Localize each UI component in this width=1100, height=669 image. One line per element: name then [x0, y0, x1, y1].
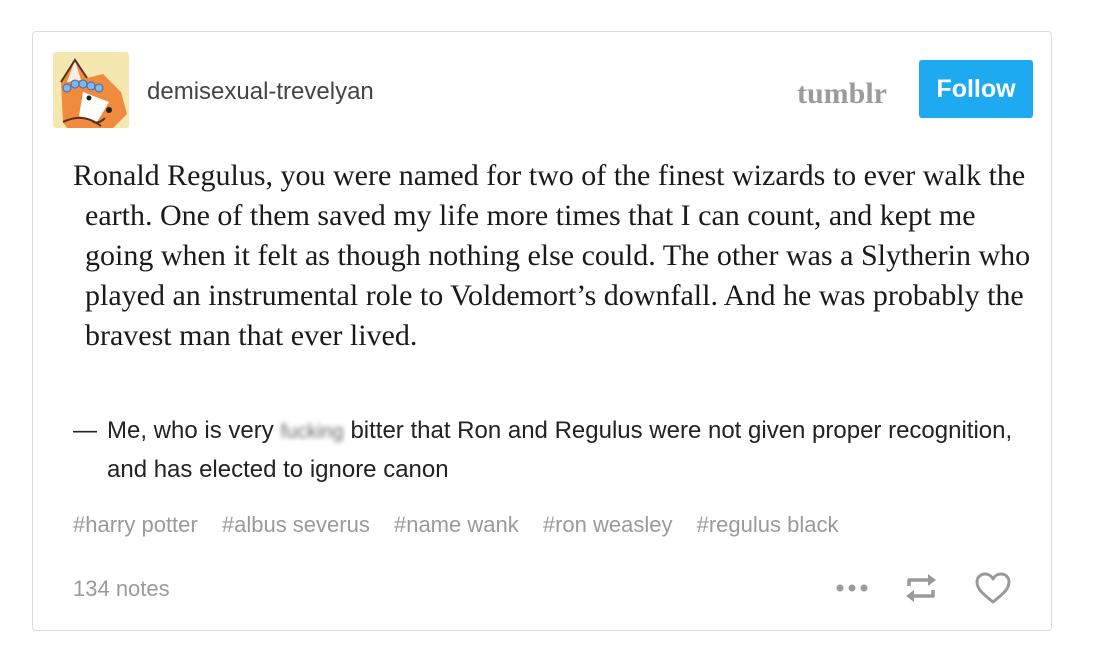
fox-avatar[interactable] — [53, 52, 129, 128]
tag-link[interactable]: #harry potter — [73, 512, 198, 537]
post-author-username[interactable]: demisexual-trevelyan — [147, 78, 374, 106]
more-dots-icon[interactable] — [835, 583, 869, 593]
post-controls — [835, 568, 1013, 608]
source-dash: — — [73, 417, 97, 444]
source-blurred-word: fucking — [280, 421, 344, 443]
heart-icon[interactable] — [973, 572, 1013, 604]
reblog-icon[interactable] — [901, 572, 941, 604]
post-quote-source: — Me, who is very fucking bitter that Ron… — [73, 412, 1057, 489]
follow-button[interactable]: Follow — [919, 60, 1033, 118]
post-quote-text: Ronald Regulus, you were named for two o… — [73, 159, 1031, 352]
tag-link[interactable]: #albus severus — [222, 512, 370, 537]
post-tags: #harry potter #albus severus #name wank … — [73, 512, 856, 538]
source-text-before: Me, who is very — [107, 417, 274, 444]
tag-link[interactable]: #regulus black — [697, 512, 839, 537]
notes-count[interactable]: 134 notes — [73, 576, 170, 602]
tumblr-logo: tumblr — [797, 77, 887, 110]
tag-link[interactable]: #name wank — [394, 512, 519, 537]
tag-link[interactable]: #ron weasley — [543, 512, 673, 537]
post-card: demisexual-trevelyan tumblr Follow Ronal… — [32, 31, 1052, 631]
